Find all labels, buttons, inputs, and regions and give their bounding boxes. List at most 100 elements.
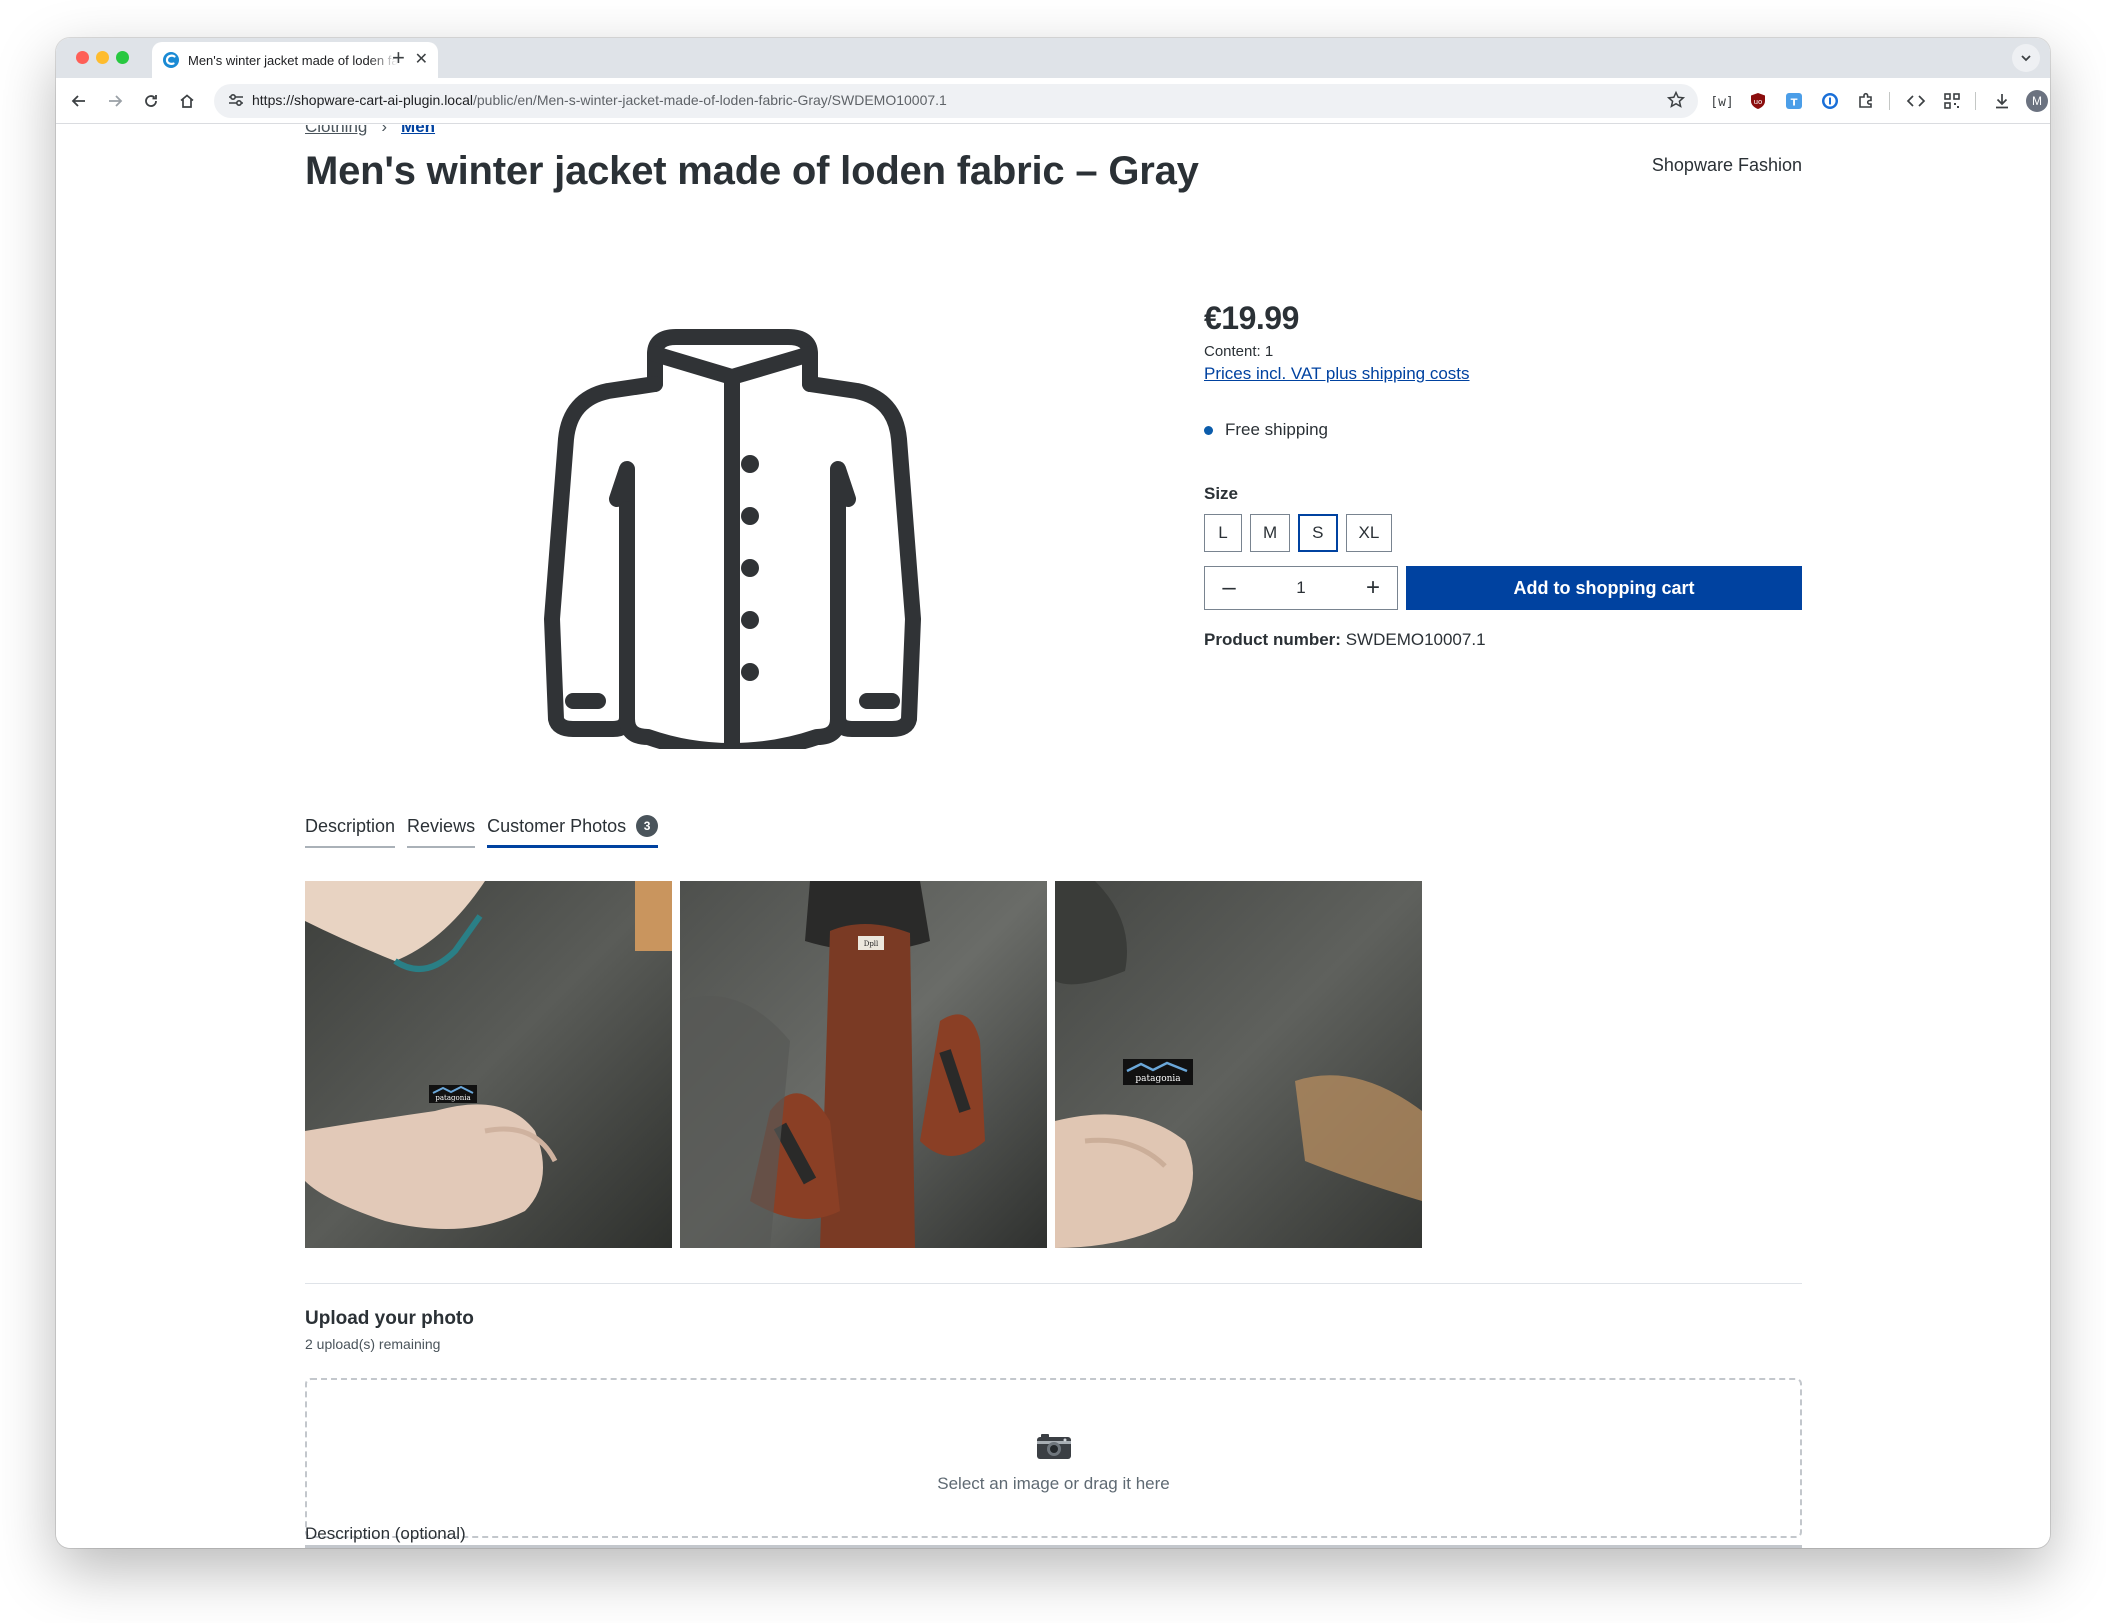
tax-shipping-link[interactable]: Prices incl. VAT plus shipping costs	[1204, 364, 1470, 384]
qr-icon	[1944, 93, 1960, 109]
tab-description-label: Description	[305, 816, 396, 836]
upload-title: Upload your photo	[305, 1308, 474, 1329]
size-option-m[interactable]: M	[1250, 514, 1291, 552]
back-button[interactable]	[68, 90, 90, 112]
camera-icon	[1036, 1434, 1071, 1459]
delivery-info: Free shipping	[1204, 420, 1802, 440]
section-divider	[305, 1283, 1802, 1284]
size-option-xl[interactable]: XL	[1345, 514, 1393, 552]
site-settings-icon[interactable]	[226, 90, 246, 110]
product-number-label: Product number:	[1204, 630, 1341, 649]
customer-photo[interactable]: patagonia	[1055, 881, 1422, 1248]
description-label: Description (optional)	[305, 1524, 466, 1543]
customer-photos-grid: patagonia Dpll patagonia	[305, 881, 1422, 1248]
customer-photo[interactable]: Dpll	[680, 881, 1047, 1248]
home-icon	[180, 94, 194, 108]
url-path: /public/en/Men-s-winter-jacket-made-of-l…	[473, 92, 947, 108]
profile-avatar[interactable]: M	[2026, 90, 2048, 112]
tab-reviews[interactable]: Reviews	[407, 815, 476, 848]
toolbar-separator	[1975, 92, 1976, 110]
browser-window: Men's winter jacket made of loden fabric…	[56, 38, 2050, 1548]
product-tabs: Description Reviews Customer Photos 3	[305, 815, 659, 848]
breadcrumb-item-men[interactable]: Men	[401, 125, 435, 137]
svg-text:[w]: [w]	[1712, 95, 1732, 110]
qr-code-icon[interactable]	[1940, 89, 1964, 113]
onepassword-icon	[1822, 93, 1838, 109]
tab-customer-photos[interactable]: Customer Photos 3	[487, 815, 659, 848]
arrow-left-icon	[71, 95, 85, 107]
translate-icon: T	[1786, 93, 1802, 109]
chevron-down-icon	[2021, 55, 2031, 62]
product-price: €19.99	[1204, 300, 1299, 336]
breadcrumb-separator: ›	[381, 125, 388, 136]
code-brackets-icon	[1906, 95, 1926, 107]
home-button[interactable]	[176, 90, 198, 112]
tab-close-icon[interactable]: ✕	[415, 52, 428, 68]
shopware-favicon-icon	[163, 52, 179, 68]
breadcrumb: Clothing › Men	[305, 125, 435, 137]
tab-strip: Men's winter jacket made of loden fabric…	[56, 38, 2050, 78]
breadcrumb-item-clothing[interactable]: Clothing	[305, 125, 367, 137]
devtools-code-icon[interactable]	[1904, 89, 1928, 113]
tab-description[interactable]: Description	[305, 815, 396, 848]
toolbar-separator	[1889, 92, 1890, 110]
address-bar[interactable]: https://shopware-cart-ai-plugin.local/pu…	[214, 84, 1698, 118]
arrow-right-icon	[109, 95, 123, 107]
translate-extension-icon[interactable]: T	[1782, 89, 1806, 113]
delivery-text: Free shipping	[1225, 420, 1329, 439]
quantity-decrease-button[interactable]: –	[1219, 576, 1239, 600]
tab-reviews-label: Reviews	[407, 816, 476, 836]
photo-count-badge: 3	[636, 815, 659, 837]
photo-dropzone[interactable]: Select an image or drag it here	[305, 1378, 1802, 1538]
svg-text:Dpll: Dpll	[864, 940, 879, 948]
manufacturer-link[interactable]: Shopware Fashion	[1652, 155, 1802, 176]
buy-row: – 1 + Add to shopping cart	[1204, 566, 1802, 610]
maximize-window-button[interactable]	[116, 51, 129, 64]
size-option-s[interactable]: S	[1298, 514, 1338, 552]
url-host: https://shopware-cart-ai-plugin.local	[252, 92, 473, 108]
dropzone-text: Select an image or drag it here	[937, 1474, 1170, 1493]
buy-box: €19.99 Content: 1 Prices incl. VAT plus …	[1204, 300, 1802, 650]
downloads-button[interactable]	[1990, 89, 2014, 113]
product-page: Clothing › Men Men's winter jacket made …	[56, 125, 2050, 1548]
svg-text:uo: uo	[1754, 98, 1763, 106]
download-icon	[1996, 94, 2008, 109]
url-text: https://shopware-cart-ai-plugin.local/pu…	[252, 92, 947, 108]
svg-text:T: T	[1791, 98, 1798, 109]
product-number-value: SWDEMO10007.1	[1345, 630, 1486, 649]
bracket-w-icon: [w]	[1712, 95, 1732, 110]
new-tab-button[interactable]: +	[392, 46, 405, 70]
delivery-status-dot	[1204, 425, 1213, 435]
quantity-increase-button[interactable]: +	[1363, 576, 1383, 600]
product-title: Men's winter jacket made of loden fabric…	[305, 149, 1199, 193]
customer-photo[interactable]: patagonia	[305, 881, 672, 1248]
size-option-l[interactable]: L	[1204, 514, 1242, 552]
adblock-shield-icon[interactable]: uo	[1746, 89, 1770, 113]
size-options: L M S XL	[1204, 514, 1802, 552]
tab-title: Men's winter jacket made of loden fabric…	[188, 52, 398, 68]
svg-text:patagonia: patagonia	[1135, 1074, 1181, 1084]
browser-toolbar: https://shopware-cart-ai-plugin.local/pu…	[56, 78, 2050, 124]
close-window-button[interactable]	[76, 51, 89, 64]
content-info: Content: 1	[1204, 343, 1274, 360]
tab-customer-photos-label: Customer Photos	[487, 815, 627, 836]
product-number: Product number: SWDEMO10007.1	[1204, 630, 1802, 650]
minimize-window-button[interactable]	[96, 51, 109, 64]
tab-search-icon[interactable]: [w]	[1710, 89, 1734, 113]
add-to-cart-button[interactable]: Add to shopping cart	[1406, 566, 1802, 610]
password-manager-icon[interactable]	[1818, 89, 1842, 113]
size-label: Size	[1204, 484, 1239, 503]
tab-search-button[interactable]	[2012, 44, 2040, 72]
quantity-value[interactable]: 1	[1296, 578, 1305, 598]
upload-remaining: 2 upload(s) remaining	[305, 1336, 441, 1352]
reload-icon	[145, 95, 157, 107]
reload-button[interactable]	[140, 90, 162, 112]
bookmark-star-icon[interactable]	[1666, 90, 1686, 110]
forward-button[interactable]	[104, 90, 126, 112]
quantity-stepper[interactable]: – 1 +	[1204, 566, 1398, 610]
jacket-icon[interactable]	[538, 319, 930, 749]
description-field[interactable]	[305, 1545, 1802, 1548]
svg-text:patagonia: patagonia	[435, 1094, 470, 1102]
puzzle-icon	[1859, 92, 1872, 108]
extensions-puzzle-icon[interactable]	[1854, 89, 1878, 113]
